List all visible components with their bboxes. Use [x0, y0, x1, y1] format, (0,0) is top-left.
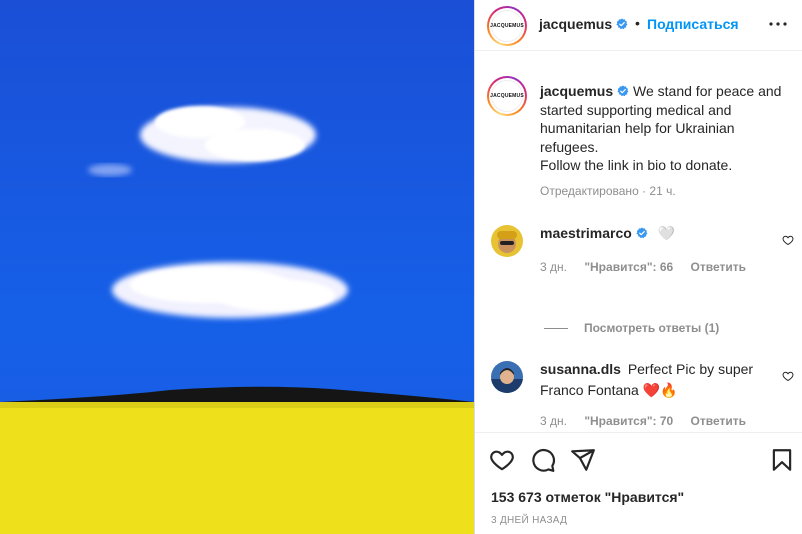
- post-photo[interactable]: [0, 0, 474, 534]
- comment: susanna.dls Perfect Pic by super Franco …: [540, 359, 770, 401]
- cloud-lower: [112, 262, 348, 318]
- author-username-wrap[interactable]: jacquemus: [539, 16, 628, 32]
- replies-line: [544, 327, 568, 329]
- comment: maestrimarco 🤍: [540, 223, 770, 244]
- caption-meta: Отредактировано · 21 ч.: [540, 184, 676, 198]
- comment-username[interactable]: susanna.dls: [540, 361, 621, 377]
- view-replies-label: Посмотреть ответы (1): [584, 321, 720, 335]
- heart-icon[interactable]: [489, 447, 515, 473]
- verified-badge-icon: [617, 85, 629, 97]
- avatar-logo-text: JACQUEMUS: [490, 10, 524, 42]
- comment-time[interactable]: 3 дн.: [540, 414, 567, 428]
- reply-button[interactable]: Ответить: [691, 414, 746, 428]
- post-date[interactable]: 3 ДНЕЙ НАЗАД: [491, 515, 567, 526]
- avatar-logo-text: JACQUEMUS: [490, 80, 524, 112]
- comment-likes[interactable]: "Нравится": 66: [584, 260, 673, 274]
- likes-count[interactable]: 153 673 отметок "Нравится": [491, 489, 684, 505]
- separator-dot: •: [635, 15, 640, 31]
- view-replies-button[interactable]: Посмотреть ответы (1): [544, 321, 719, 335]
- share-icon[interactable]: [570, 447, 596, 473]
- comment-meta: 3 дн. "Нравится": 70 Ответить: [540, 414, 760, 428]
- comment-meta: 3 дн. "Нравится": 66 Ответить: [540, 260, 760, 274]
- bookmark-icon[interactable]: [769, 447, 795, 473]
- author-username[interactable]: jacquemus: [539, 16, 612, 32]
- comment-icon[interactable]: [530, 447, 556, 473]
- caption-username[interactable]: jacquemus: [540, 83, 613, 99]
- field: [0, 402, 474, 534]
- follow-button[interactable]: Подписаться: [647, 16, 739, 32]
- author-avatar[interactable]: JACQUEMUS: [487, 6, 527, 46]
- more-options-icon[interactable]: [769, 14, 787, 34]
- caption-avatar[interactable]: JACQUEMUS: [487, 76, 527, 116]
- action-bar: 153 673 отметок "Нравится" 3 ДНЕЙ НАЗАД: [475, 432, 802, 534]
- post-panel: JACQUEMUS jacquemus • Подписаться JACQUE…: [474, 0, 802, 534]
- post-header: JACQUEMUS jacquemus • Подписаться: [475, 0, 802, 51]
- comment-like-icon[interactable]: [782, 370, 794, 382]
- reply-button[interactable]: Ответить: [691, 260, 746, 274]
- verified-badge-icon: [616, 18, 628, 30]
- comment-avatar[interactable]: [491, 225, 523, 257]
- comment-time[interactable]: 3 дн.: [540, 260, 567, 274]
- comment-likes[interactable]: "Нравится": 70: [584, 414, 673, 428]
- comment-text: 🤍: [657, 225, 676, 241]
- comment-username[interactable]: maestrimarco: [540, 225, 632, 241]
- comment-avatar[interactable]: [491, 361, 523, 393]
- caption-text-2: Follow the link in bio to donate.: [540, 157, 733, 173]
- post-image: [0, 0, 474, 534]
- caption: jacquemus We stand for peace and started…: [540, 82, 795, 175]
- comment-like-icon[interactable]: [782, 234, 794, 246]
- verified-badge-icon: [636, 227, 648, 239]
